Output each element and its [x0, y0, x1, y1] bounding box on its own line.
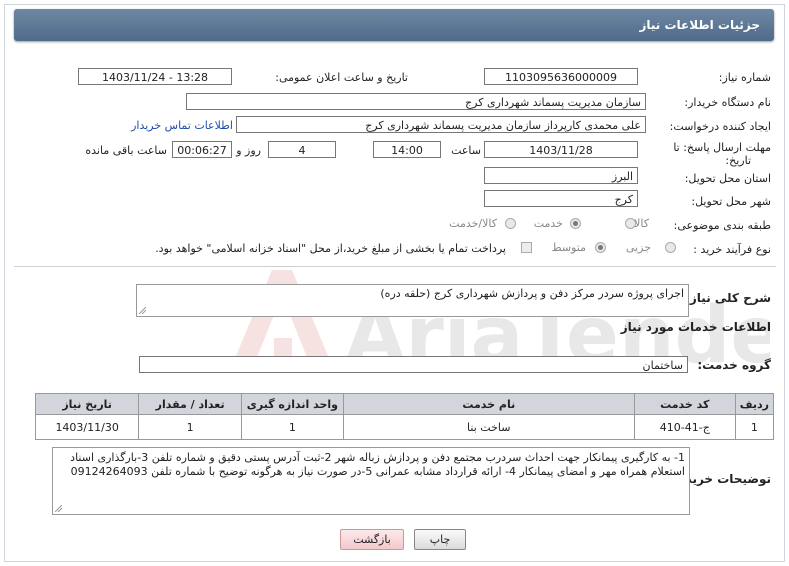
treasury-note: پرداخت تمام یا بخشی از مبلغ خرید،از محل … — [155, 242, 506, 255]
city-label: شهر محل تحویل: — [691, 195, 771, 208]
time-label: ساعت — [451, 144, 481, 157]
col-header-service-code: کد خدمت — [633, 393, 736, 415]
description-field: اجرای پروژه سردر مرکز دفن و پردازش شهردا… — [136, 284, 689, 317]
description-text: اجرای پروژه سردر مرکز دفن و پردازش شهردا… — [380, 287, 684, 300]
purchase-type-label: نوع فرآیند خرید : — [693, 243, 771, 256]
days-field: 4 — [268, 141, 336, 158]
contact-info-link[interactable]: اطلاعات تماس خریدار — [131, 119, 233, 132]
cell-unit: 1 — [241, 414, 344, 440]
purchase-option-minor: جزیی — [625, 241, 651, 254]
resize-handle-icon[interactable] — [55, 505, 62, 512]
col-header-unit: واحد اندازه گیری — [241, 393, 344, 415]
service-group-label: گروه خدمت: — [697, 358, 771, 372]
remaining-label: ساعت باقی مانده — [85, 144, 167, 157]
province-field: البرز — [484, 167, 638, 184]
page-title: جزئیات اطلاعات نیاز — [639, 18, 760, 32]
services-section-title: اطلاعات خدمات مورد نیاز — [620, 320, 771, 334]
col-header-need-date: تاریخ نیاز — [34, 393, 140, 415]
need-number-label: شماره نیاز: — [718, 71, 771, 84]
page-header: جزئیات اطلاعات نیاز — [14, 9, 774, 41]
description-label: شرح کلی نیاز: — [685, 291, 771, 305]
province-label: استان محل تحویل: — [684, 172, 771, 185]
table-row: 1 ج-41-410 ساخت بنا 1 1 1403/11/30 — [34, 414, 775, 440]
purchase-radio-medium[interactable] — [595, 242, 606, 253]
print-button[interactable]: چاپ — [414, 529, 466, 550]
category-radio-goods-service[interactable] — [505, 218, 516, 229]
creator-label: ایجاد کننده درخواست: — [669, 120, 771, 133]
col-header-service-name: نام خدمت — [342, 393, 635, 415]
cell-row-number: 1 — [734, 414, 775, 440]
cell-service-name: ساخت بنا — [342, 414, 635, 440]
days-label: روز و — [236, 144, 261, 157]
table-header-row: ردیف کد خدمت نام خدمت واحد اندازه گیری ت… — [34, 393, 775, 415]
deadline-date-field: 1403/11/28 — [484, 141, 638, 158]
cell-need-date: 1403/11/30 — [34, 414, 140, 440]
services-table: ردیف کد خدمت نام خدمت واحد اندازه گیری ت… — [34, 393, 775, 440]
section-divider — [14, 266, 776, 267]
purchase-radio-minor[interactable] — [665, 242, 676, 253]
col-header-quantity: تعداد / مقدار — [138, 393, 243, 415]
announce-label: تاریخ و ساعت اعلان عمومی: — [275, 71, 408, 84]
need-number-field: 1103095636000009 — [484, 68, 638, 85]
treasury-checkbox[interactable] — [521, 242, 532, 253]
announce-field: 1403/11/24 - 13:28 — [78, 68, 232, 85]
resize-handle-icon[interactable] — [139, 307, 146, 314]
buyer-notes-field: 1- به کارگیری پیمانکار جهت احداث سردرب م… — [52, 447, 690, 515]
city-field: کرج — [484, 190, 638, 207]
purchase-option-medium: متوسط — [551, 241, 586, 254]
cell-quantity: 1 — [138, 414, 243, 440]
col-header-row-number: ردیف — [734, 393, 775, 415]
deadline-date-label: تاریخ: — [725, 154, 751, 167]
buyer-field: سازمان مدیریت پسماند شهرداری کرج — [186, 93, 646, 110]
creator-field: علی محمدی کارپرداز سازمان مدیریت پسماند … — [236, 116, 646, 133]
deadline-label: مهلت ارسال پاسخ: تا — [673, 141, 771, 154]
buyer-notes-text: 1- به کارگیری پیمانکار جهت احداث سردرب م… — [70, 451, 685, 478]
category-option-goods: کالا — [634, 217, 649, 230]
back-button[interactable]: بازگشت — [340, 529, 404, 550]
category-option-goods-service: کالا/خدمت — [449, 217, 497, 230]
buyer-label: نام دستگاه خریدار: — [684, 96, 771, 109]
remaining-time-field: 00:06:27 — [172, 141, 232, 158]
service-group-field: ساختمان — [139, 356, 688, 373]
category-radio-service[interactable] — [570, 218, 581, 229]
category-label: طبقه بندی موضوعی: — [673, 219, 771, 232]
deadline-time-field: 14:00 — [373, 141, 441, 158]
cell-service-code: ج-41-410 — [633, 414, 736, 440]
category-option-service: خدمت — [533, 217, 563, 230]
